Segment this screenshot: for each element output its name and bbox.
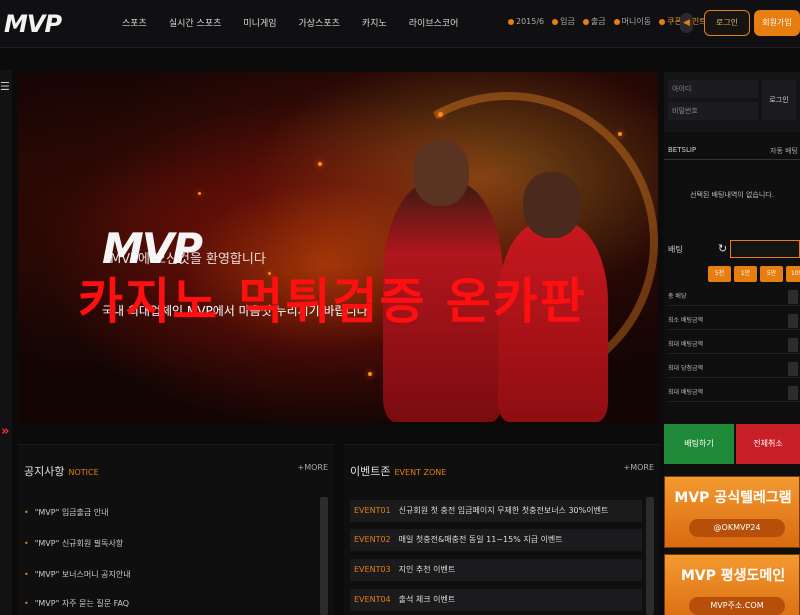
odds-row: 최대 당첨금액 (668, 360, 800, 378)
player-head-left (413, 140, 469, 206)
event-item[interactable]: EVENT04 출석 체크 이벤트 (350, 589, 642, 611)
auto-bet-toggle[interactable]: 자동 배팅 (770, 146, 798, 156)
join-button[interactable]: 회원가입 (754, 10, 800, 36)
domain-promo-title: MVP 평생도메인 (680, 568, 786, 584)
odds-row: 최대 배팅금액 (668, 384, 800, 402)
util-money-transfer[interactable]: 머니이동 (613, 16, 651, 27)
site-header: MVP 스포츠 실시간 스포츠 미니게임 가상스포츠 카지노 라이브스코어 20… (0, 0, 800, 48)
odds-row: 총 배당 (668, 288, 800, 306)
coupon-icon (659, 18, 666, 25)
event-item[interactable]: EVENT03 지인 추천 이벤트 (350, 559, 642, 581)
bet-label: 배팅 (668, 245, 683, 254)
betslip-header: BETSLIP 자동 배팅 (664, 146, 800, 160)
util-time: 2015/6 (508, 17, 544, 26)
telegram-handle: @OKMVP24 (689, 519, 785, 537)
id-field[interactable]: 아이디 (668, 80, 758, 98)
notice-item[interactable]: • "MVP" 보너스머니 공지안내 (24, 569, 131, 580)
bullet-icon: • (24, 539, 29, 548)
transfer-icon (613, 18, 620, 25)
chip-button[interactable]: 1만 (734, 266, 757, 282)
clear-all-button[interactable]: 전체취소 (736, 424, 800, 464)
bullet-icon: • (24, 570, 29, 579)
page: MVP 스포츠 실시간 스포츠 미니게임 가상스포츠 카지노 라이브스코어 20… (0, 0, 800, 615)
odds-value-box (788, 362, 798, 376)
odds-value-box (788, 386, 798, 400)
nav-sports[interactable]: 스포츠 (122, 16, 147, 29)
overlay-watermark-text: 카지노 먹튀검증 온카판 (78, 273, 587, 330)
event-scrollbar[interactable] (646, 497, 654, 615)
notice-scrollbar[interactable] (320, 497, 328, 615)
header-utilities: 2015/6 입금 출금 머니이동 쿠폰/포인트 (508, 16, 707, 27)
notice-item[interactable]: • "MVP" 신규회원 필독사항 (24, 538, 123, 549)
menu-icon[interactable]: ☰ (0, 80, 10, 93)
nav-casino[interactable]: 카지노 (362, 16, 387, 29)
notice-board: 공지사항 NOTICE +MORE • "MVP" 입금출금 안내 • "MVP" 신… (18, 444, 334, 615)
betslip-empty-message: 선택된 배팅내역이 없습니다. (690, 191, 774, 199)
hero-banner[interactable]: MVP MVP에 오신것을 환영합니다 국내 최대업체인 MVP에서 마음껏 누… (18, 72, 658, 424)
nav-virtual-sports[interactable]: 가상스포츠 (299, 16, 340, 29)
login-button[interactable]: 로그인 (704, 10, 750, 36)
ember (198, 192, 201, 195)
password-field[interactable]: 비밀번호 (668, 102, 758, 120)
domain-promo-banner[interactable]: MVP 평생도메인 MVP주소.COM (664, 554, 800, 615)
telegram-promo-banner[interactable]: MVP 공식텔레그램 @OKMVP24 (664, 476, 800, 548)
deposit-icon (552, 18, 559, 25)
withdraw-icon (582, 18, 589, 25)
refresh-icon[interactable]: ↻ (718, 242, 727, 255)
double-chevron-right-icon[interactable]: » (1, 424, 9, 439)
telegram-promo-title: MVP 공식텔레그램 (674, 490, 792, 506)
event-title: 이벤트존 EVENT ZONE (350, 465, 447, 478)
ember (318, 162, 322, 166)
bullet-icon: • (24, 599, 29, 608)
odds-value-box (788, 290, 798, 304)
bet-chip-row: 5천 1만 5만 10만 맥스 (708, 266, 800, 282)
nav-livescore[interactable]: 라이브스코어 (409, 16, 459, 29)
place-bet-button[interactable]: 배팅하기 (664, 424, 734, 464)
odds-value-box (788, 338, 798, 352)
domain-address: MVP주소.COM (689, 597, 785, 615)
util-deposit[interactable]: 입금 (552, 16, 575, 27)
odds-row: 최대 배팅금액 (668, 336, 800, 354)
notice-item[interactable]: • "MVP" 입금출금 안내 (24, 507, 109, 518)
odds-value-box (788, 314, 798, 328)
nav-minigame[interactable]: 미니게임 (243, 16, 276, 29)
notice-item[interactable]: • "MVP" 자주 묻는 질문 FAQ (24, 598, 129, 609)
notice-title: 공지사항 NOTICE (24, 465, 99, 478)
event-more-link[interactable]: +MORE (623, 463, 654, 472)
player-head-right (523, 172, 581, 238)
chevron-left-icon[interactable]: ◀ (680, 13, 693, 33)
ember (618, 132, 622, 136)
odds-row: 최소 배팅금액 (668, 312, 800, 330)
right-sidebar: 아이디 비밀번호 로그인 BETSLIP 자동 배팅 선택된 배팅내역이 없습니다… (664, 72, 800, 615)
side-login-button[interactable]: 로그인 (762, 80, 796, 120)
chip-button[interactable]: 5만 (760, 266, 783, 282)
bet-amount-input[interactable] (730, 240, 800, 258)
side-login-panel: 아이디 비밀번호 로그인 (664, 72, 800, 132)
notice-more-link[interactable]: +MORE (297, 463, 328, 472)
bet-amount-row: 배팅 ↻ (668, 240, 800, 258)
clock-icon (508, 18, 514, 25)
chip-button[interactable]: 5천 (708, 266, 731, 282)
bullet-icon: • (24, 508, 29, 517)
ember (368, 372, 372, 376)
event-board: 이벤트존 EVENT ZONE +MORE EVENT01 신규회원 첫 충전 입금… (344, 444, 660, 615)
chip-button[interactable]: 10만 (786, 266, 800, 282)
util-withdraw[interactable]: 출금 (582, 16, 606, 27)
nav-live-sports[interactable]: 실시간 스포츠 (169, 16, 222, 29)
site-logo[interactable]: MVP (4, 10, 62, 38)
main-nav: 스포츠 실시간 스포츠 미니게임 가상스포츠 카지노 라이브스코어 (122, 16, 480, 29)
event-item[interactable]: EVENT02 매일 첫충전&매충전 동일 11~15% 지급 이벤트 (350, 529, 642, 551)
left-rail (0, 70, 12, 615)
event-item[interactable]: EVENT01 신규회원 첫 충전 입금페이지 무제한 첫충전보너스 30%이벤트 (350, 500, 642, 522)
ember (438, 112, 443, 117)
